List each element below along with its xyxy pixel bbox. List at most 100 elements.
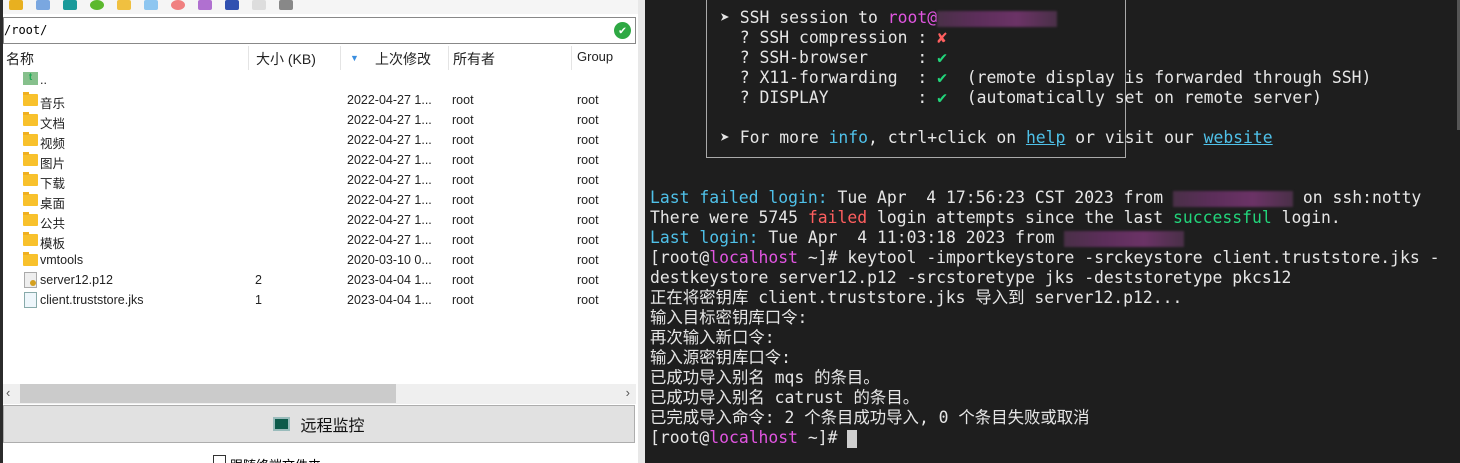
scrollbar-thumb[interactable] [20,384,396,403]
file-icon [24,292,37,308]
file-modified: 2022-04-27 1... [347,233,432,247]
term-line: 已成功导入别名 mqs 的条目。 [650,368,880,387]
term-line: ? SSH compression : ✘ [739,28,947,47]
sftp-panel: /root/ ✔ 名称 大小 (KB) ▼ 上次修改 所有者 Group t .… [3,0,638,463]
file-row[interactable]: 模板 2022-04-27 1... root root [3,230,638,251]
certificate-file-icon [24,272,37,288]
term-line: ➤ For more info, ctrl+click on help or v… [720,128,1273,147]
term-line: Last failed login: Tue Apr 4 17:56:23 CS… [650,188,1422,207]
file-modified: 2020-03-10 0... [347,253,432,267]
check-icon: ✔ [937,68,947,87]
folder-icon [23,192,38,206]
folder-icon [23,92,38,106]
cursor [847,429,858,448]
refresh-icon[interactable] [90,0,104,10]
folder-icon [23,212,38,226]
help-link[interactable]: help [1026,128,1065,147]
file-modified: 2022-04-27 1... [347,113,432,127]
parent-dir-row[interactable]: t .. [3,70,638,90]
file-row[interactable]: 视频 2022-04-27 1... root root [3,130,638,151]
term-line: ? X11-forwarding : ✔ (remote display is … [739,68,1372,87]
new-file-icon[interactable] [144,0,158,10]
column-modified[interactable]: 上次修改 [375,49,431,69]
follow-terminal-checkbox[interactable]: 跟随终端文件夹 [213,455,321,463]
file-owner: root [452,273,474,287]
scroll-left-icon[interactable]: ‹ [6,385,10,400]
terminal-icon[interactable] [279,0,293,10]
file-owner: root [452,253,474,267]
folder-icon [23,172,38,186]
home-icon[interactable] [9,0,23,10]
file-row[interactable]: 图片 2022-04-27 1... root root [3,150,638,171]
website-link[interactable]: website [1204,128,1273,147]
term-line: ➤ SSH session to root@ [720,8,1058,28]
file-row[interactable]: 下载 2022-04-27 1... root root [3,170,638,191]
remote-monitor-button[interactable]: 远程监控 [3,405,635,443]
delete-icon[interactable] [171,0,185,10]
edit-icon[interactable] [252,0,266,10]
path-input[interactable]: /root/ ✔ [3,17,636,44]
file-row[interactable]: 桌面 2022-04-27 1... root root [3,190,638,211]
redacted-host [937,10,1058,27]
panel-splitter[interactable] [638,0,645,463]
file-modified: 2022-04-27 1... [347,213,432,227]
download-icon[interactable] [36,0,50,10]
term-line: ? SSH-browser : ✔ [739,48,947,67]
file-modified: 2022-04-27 1... [347,193,432,207]
column-owner[interactable]: 所有者 [453,49,495,69]
file-owner: root [452,213,474,227]
column-group[interactable]: Group [577,49,613,64]
term-line: 再次输入新口令: [650,328,775,347]
term-line: 正在将密钥库 client.truststore.jks 导入到 server1… [650,288,1183,307]
remote-monitor-label: 远程监控 [300,418,365,435]
folder-icon [23,152,38,166]
checkbox[interactable] [213,455,226,463]
term-line: ? DISPLAY : ✔ (automatically set on remo… [739,88,1322,107]
column-size[interactable]: 大小 (KB) [256,49,316,69]
file-group: root [577,233,599,247]
rename-icon[interactable] [198,0,212,10]
terminal[interactable]: ➤ SSH session to root@ ? SSH compression… [645,0,1460,463]
file-list-header: 名称 大小 (KB) ▼ 上次修改 所有者 Group [3,46,638,70]
file-group: root [577,133,599,147]
parent-folder-icon: t [23,72,38,85]
upload-icon[interactable] [63,0,77,10]
file-modified: 2022-04-27 1... [347,173,432,187]
file-modified: 2023-04-04 1... [347,273,432,287]
redacted-ip [1064,230,1185,247]
file-group: root [577,193,599,207]
term-prompt: [root@localhost ~]# [650,428,858,448]
file-row[interactable]: 公共 2022-04-27 1... root root [3,210,638,231]
file-owner: root [452,93,474,107]
scroll-right-icon[interactable]: › [626,385,630,400]
folder-icon [23,132,38,146]
term-line: 输入源密钥库口令: [650,348,791,367]
file-row[interactable]: vmtools 2020-03-10 0... root root [3,250,638,270]
horizontal-scrollbar[interactable]: ‹ › [3,384,636,404]
new-folder-icon[interactable] [117,0,131,10]
path-value: /root/ [4,23,48,37]
file-owner: root [452,153,474,167]
file-row[interactable]: 音乐 2022-04-27 1... root root [3,90,638,111]
term-line: 输入目标密钥库口令: [650,308,808,327]
folder-icon [23,252,38,266]
file-row[interactable]: server12.p12 2 2023-04-04 1... root root [3,270,638,290]
file-group: root [577,113,599,127]
term-line: [root@localhost ~]# keytool -importkeyst… [650,248,1440,267]
file-modified: 2023-04-04 1... [347,293,432,307]
file-owner: root [452,113,474,127]
column-name[interactable]: 名称 [6,49,34,69]
properties-icon[interactable] [225,0,239,10]
file-row[interactable]: 文档 2022-04-27 1... root root [3,110,638,131]
cross-icon: ✘ [937,28,947,47]
file-group: root [577,213,599,227]
check-icon[interactable]: ✔ [614,22,631,39]
file-group: root [577,153,599,167]
folder-icon [23,112,38,126]
file-owner: root [452,133,474,147]
file-owner: root [452,193,474,207]
term-line: 已成功导入别名 catrust 的条目。 [650,388,920,407]
file-row[interactable]: client.truststore.jks 1 2023-04-04 1... … [3,290,638,310]
check-icon: ✔ [937,48,947,67]
file-modified: 2022-04-27 1... [347,133,432,147]
